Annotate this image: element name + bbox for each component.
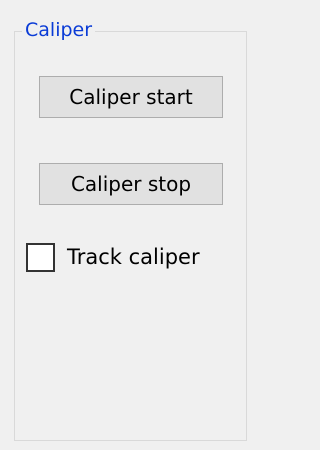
track-caliper-checkbox[interactable] [26, 242, 55, 272]
track-caliper-label: Track caliper [67, 245, 200, 269]
track-caliper-option[interactable]: Track caliper [26, 239, 200, 275]
caliper-start-button[interactable]: Caliper start [39, 76, 223, 118]
caliper-group-title: Caliper [22, 18, 96, 42]
caliper-stop-button[interactable]: Caliper stop [39, 163, 223, 205]
